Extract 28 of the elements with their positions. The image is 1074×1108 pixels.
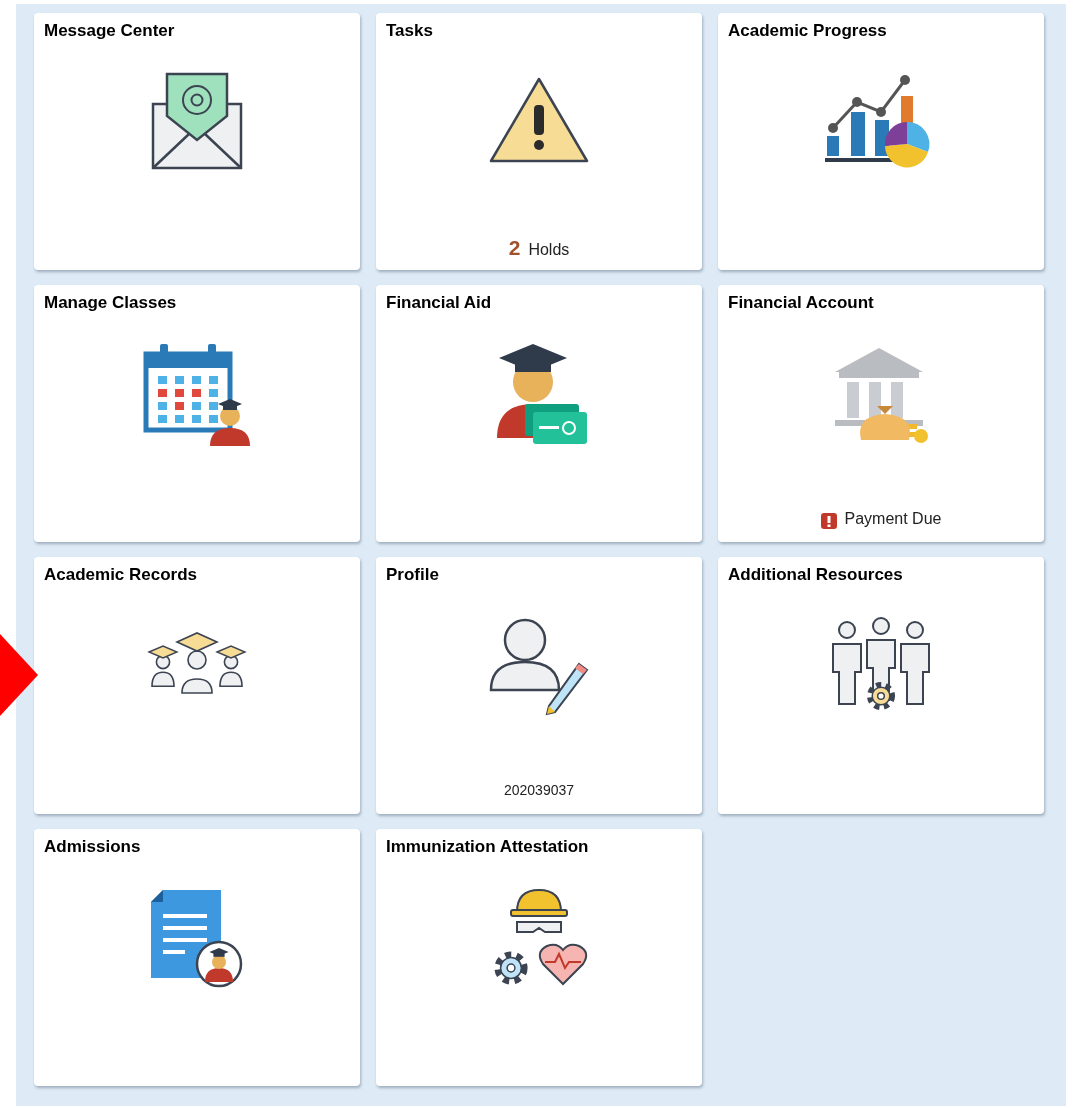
dashboard-tile[interactable]: Admissions	[34, 829, 360, 1086]
dashboard-tile[interactable]: Financial Aid	[376, 285, 702, 542]
holds-label: Holds	[528, 241, 570, 259]
dashboard-tile[interactable]: Manage Classes	[34, 285, 360, 542]
tile-title: Manage Classes	[44, 293, 178, 313]
tile-title: Financial Aid	[386, 293, 493, 313]
dashboard-tile[interactable]: Immunization Attestation	[376, 829, 702, 1086]
dashboard-tile[interactable]: Academic Records	[34, 557, 360, 814]
id-number: 202039037	[503, 782, 575, 798]
status-label: Payment Due	[844, 510, 942, 528]
tile-title: Admissions	[44, 837, 142, 857]
tile-title: Additional Resources	[728, 565, 904, 585]
tile-title: Academic Progress	[728, 21, 888, 41]
tile-title: Tasks	[386, 21, 434, 41]
dashboard-tile[interactable]: Financial Account Payment Due	[718, 285, 1044, 542]
tile-title: Financial Account	[728, 293, 875, 313]
dashboard-tile[interactable]: Additional Resources	[718, 557, 1044, 814]
dashboard-tile[interactable]: Message Center	[34, 13, 360, 270]
tile-title: Immunization Attestation	[386, 837, 590, 857]
dashboard-tile[interactable]: Tasks 2 Holds	[376, 13, 702, 270]
hold-count: 2	[508, 236, 521, 260]
dashboard-tile[interactable]: Profile 202039037	[376, 557, 702, 814]
alert-icon	[820, 513, 837, 529]
calendar-icon	[142, 341, 252, 446]
tile-title: Academic Records	[44, 565, 199, 585]
tile-title: Message Center	[44, 21, 176, 41]
tile-title: Profile	[386, 565, 440, 585]
dashboard-tile[interactable]: Academic Progress	[718, 13, 1044, 270]
